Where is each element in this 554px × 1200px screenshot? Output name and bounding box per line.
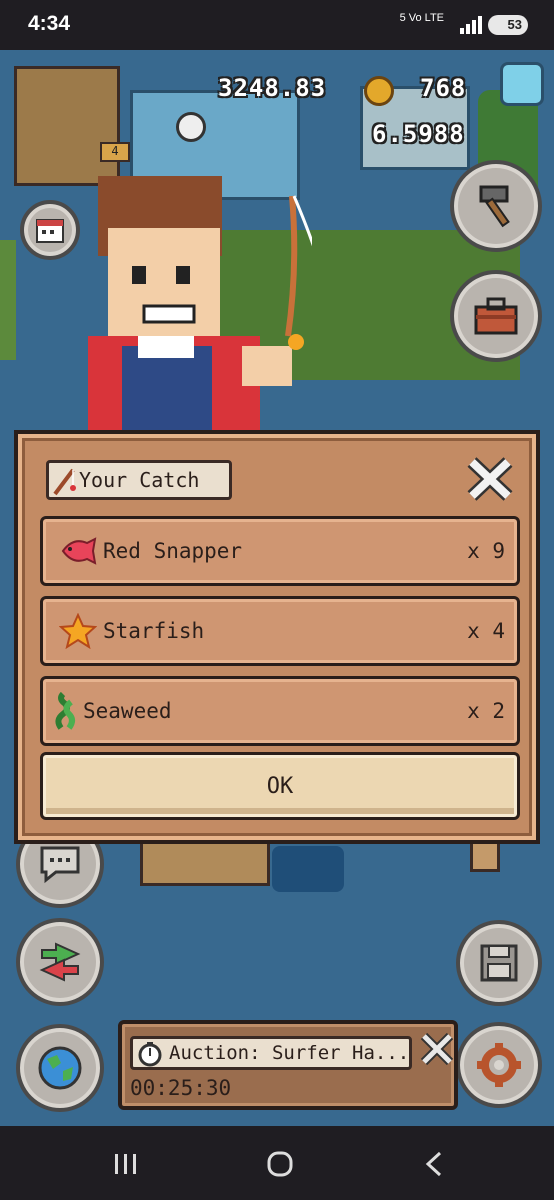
battery-level: 53 [507, 17, 522, 32]
gear-icon [477, 1043, 521, 1087]
clock-icon[interactable] [176, 112, 206, 142]
recent-apps-button[interactable] [106, 1144, 146, 1184]
dialog-title: Your Catch [79, 468, 200, 492]
auction-timer: 00:25:30 [130, 1076, 232, 1100]
gem-add-button[interactable] [500, 62, 544, 106]
settings-button[interactable] [456, 1022, 542, 1108]
home-button[interactable] [260, 1144, 300, 1184]
calendar-icon [36, 219, 64, 243]
auction-label-box[interactable]: Auction: Surfer Ha... [130, 1036, 412, 1070]
coin-stack-icon [364, 76, 394, 106]
bag-badge: 4 [100, 142, 130, 162]
hammer-icon [479, 185, 510, 228]
coin-counter: 768 [420, 74, 467, 102]
auction-close-icon[interactable] [420, 1032, 454, 1066]
income-rate: 6.5988 [372, 120, 465, 148]
recent-apps-icon [115, 1154, 136, 1174]
signal-icon [460, 16, 482, 34]
starfish-icon [55, 608, 101, 654]
globe-icon [38, 1046, 82, 1090]
trade-button[interactable] [16, 918, 104, 1006]
world-map-button[interactable] [16, 1024, 104, 1112]
home-icon [267, 1151, 293, 1177]
network-indicator: 5 Vo LTE [399, 12, 444, 24]
floppy-disk-icon [480, 944, 518, 982]
game-scene[interactable]: 3248.83 768 6.5988 4 Auction: Surfer Ha.… [0, 50, 554, 1126]
toolbox-icon [474, 297, 518, 335]
red-snapper-icon [55, 528, 101, 574]
seaweed-icon [51, 688, 81, 734]
money-counter: 3248.83 [218, 74, 327, 102]
fisherman-character [88, 176, 312, 432]
auction-title: Auction: Surfer Ha... [169, 1042, 410, 1064]
stopwatch-icon [138, 1042, 162, 1067]
battery-indicator: 53 [488, 15, 528, 35]
catch-dialog: Your Catch Red Snapper x 9 Starfish x 4 … [14, 430, 540, 844]
catch-row-starfish: Starfish x 4 [40, 596, 520, 666]
catch-row-seaweed: Seaweed x 2 [40, 676, 520, 746]
catch-name: Red Snapper [103, 539, 243, 563]
bag-badge-count: 4 [111, 144, 119, 158]
catch-quantity: x 2 [467, 699, 505, 723]
build-button[interactable] [450, 160, 542, 252]
swap-arrows-icon [39, 942, 81, 982]
system-nav-bar [0, 1126, 554, 1200]
island-left [0, 240, 16, 360]
save-button[interactable] [456, 920, 542, 1006]
catch-name: Starfish [103, 619, 205, 643]
catch-quantity: x 9 [467, 539, 505, 563]
close-icon[interactable] [466, 456, 514, 502]
status-bar: 4:34 5 Vo LTE 53 [0, 0, 554, 50]
fishing-rod-icon [53, 468, 76, 496]
catch-row-red-snapper: Red Snapper x 9 [40, 516, 520, 586]
clock-time: 4:34 [28, 12, 71, 35]
chat-icon [40, 846, 80, 884]
catch-name: Seaweed [83, 699, 172, 723]
back-icon [425, 1151, 442, 1177]
inventory-button[interactable] [450, 270, 542, 362]
auction-panel[interactable]: Auction: Surfer Ha... 00:25:30 [118, 1020, 458, 1110]
fishing-spot[interactable] [272, 846, 344, 892]
dialog-title-box: Your Catch [46, 460, 232, 500]
catch-quantity: x 4 [467, 619, 505, 643]
back-button[interactable] [414, 1144, 454, 1184]
ok-button[interactable]: OK [40, 752, 520, 820]
